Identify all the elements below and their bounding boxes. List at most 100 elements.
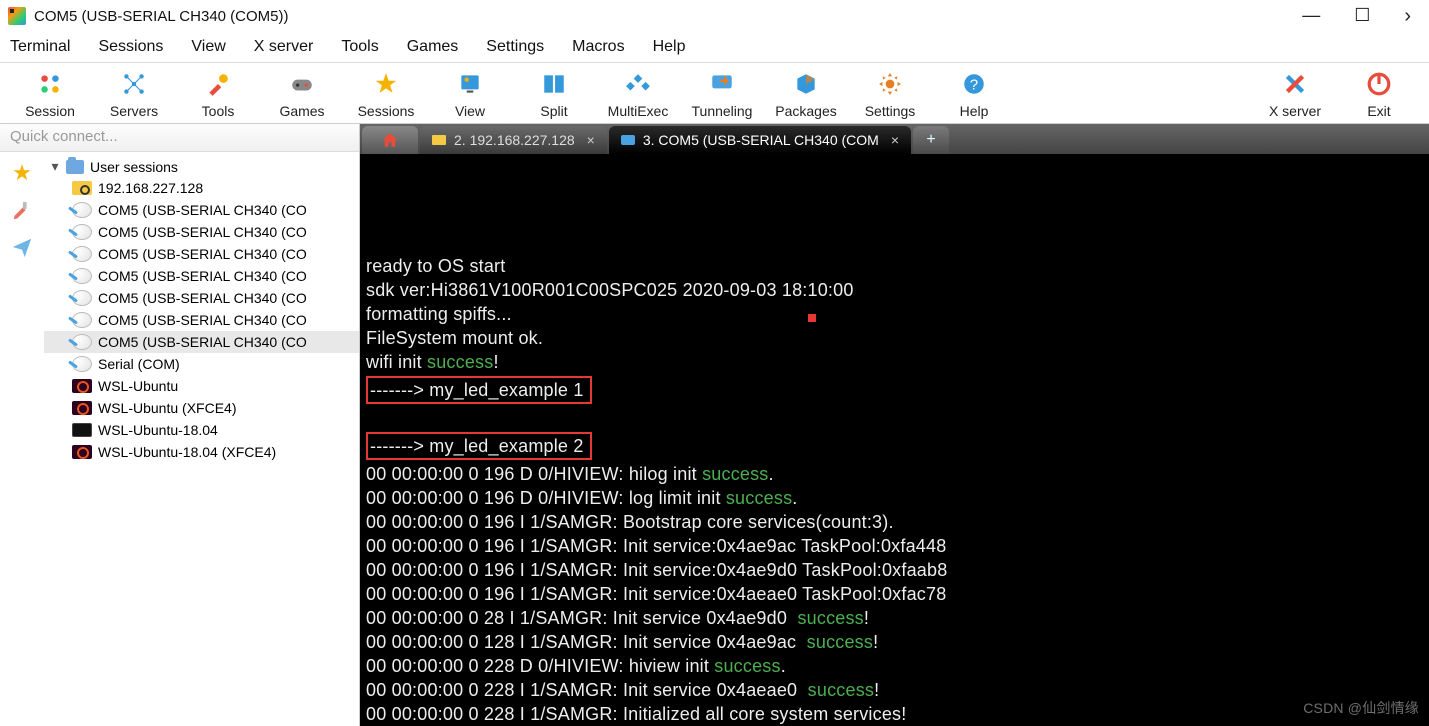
next-button[interactable]: › [1404,5,1411,28]
session-item[interactable]: COM5 (USB-SERIAL CH340 (CO [44,331,359,353]
maximize-button[interactable]: ☐ [1354,5,1370,28]
window-titlebar: COM5 (USB-SERIAL CH340 (COM5)) — ☐ › [0,0,1429,32]
sidebar-favorites-rail: ★ [0,152,44,726]
tool-icon[interactable] [11,200,33,222]
quick-connect-input[interactable]: Quick connect... [0,124,359,152]
plug-icon [72,290,92,306]
toolbar-tunneling-button[interactable]: Tunneling [680,69,764,119]
session-item[interactable]: COM5 (USB-SERIAL CH340 (CO [44,309,359,331]
sessions-pane: ★ ▾ User sessions 192.168.227.128 COM5 (U… [0,152,359,726]
session-label: COM5 (USB-SERIAL CH340 (CO [98,202,307,218]
toolbar-sessions-button[interactable]: Sessions [344,69,428,119]
session-item[interactable]: Serial (COM) [44,353,359,375]
sessions-tree[interactable]: ▾ User sessions 192.168.227.128 COM5 (USB… [44,152,359,726]
toolbar-session-button[interactable]: Session [8,69,92,119]
exit-icon [1365,69,1393,99]
ubuntu-icon [72,445,92,459]
star-icon[interactable]: ★ [12,160,32,186]
toolbar-exit-button[interactable]: Exit [1337,69,1421,119]
session-item[interactable]: COM5 (USB-SERIAL CH340 (CO [44,199,359,221]
toolbar-x-server-button[interactable]: X server [1253,69,1337,119]
toolbar-help-button[interactable]: ?Help [932,69,1016,119]
session-item[interactable]: WSL-Ubuntu (XFCE4) [44,397,359,419]
menu-terminal[interactable]: Terminal [8,36,72,58]
xserver-icon [1281,69,1309,99]
menu-view[interactable]: View [189,36,227,58]
terminal-output[interactable]: ready to OS start sdk ver:Hi3861V100R001… [360,154,1429,726]
toolbar-label: Tunneling [692,103,753,119]
toolbar-label: Session [25,103,75,119]
caret-marker-icon [808,314,816,322]
session-item[interactable]: COM5 (USB-SERIAL CH340 (CO [44,243,359,265]
toolbar-settings-button[interactable]: Settings [848,69,932,119]
session-label: WSL-Ubuntu [98,378,178,394]
app-icon [8,7,26,25]
session-item[interactable]: COM5 (USB-SERIAL CH340 (CO [44,221,359,243]
tab-home[interactable] [362,126,418,154]
session-icon [36,69,64,99]
menu-sessions[interactable]: Sessions [96,36,165,58]
settings-icon [876,69,904,99]
toolbar-label: Split [540,103,567,119]
tab-new-button[interactable]: + [913,126,949,154]
plug-icon [72,202,92,218]
ubuntu-icon [72,379,92,393]
window-controls: — ☐ › [1302,5,1421,28]
tab-session-2[interactable]: 2. 192.168.227.128 × [420,126,607,154]
svg-text:?: ? [970,76,978,93]
toolbar-tools-button[interactable]: Tools [176,69,260,119]
toolbar-packages-button[interactable]: Packages [764,69,848,119]
tunneling-icon [708,69,736,99]
star-icon [372,69,400,99]
menu-help[interactable]: Help [651,36,688,58]
toolbar-games-button[interactable]: Games [260,69,344,119]
folder-icon [66,160,84,174]
toolbar-servers-button[interactable]: Servers [92,69,176,119]
plug-icon [72,246,92,262]
tab-close-button[interactable]: × [587,132,595,148]
session-item[interactable]: COM5 (USB-SERIAL CH340 (CO [44,265,359,287]
toolbar-view-button[interactable]: View [428,69,512,119]
plug-icon [72,224,92,240]
session-label: WSL-Ubuntu-18.04 (XFCE4) [98,444,276,460]
session-label: COM5 (USB-SERIAL CH340 (CO [98,334,307,350]
collapse-icon[interactable]: ▾ [50,158,60,175]
send-icon[interactable] [11,236,33,258]
tab-label: 2. 192.168.227.128 [454,132,575,148]
toolbar-split-button[interactable]: Split [512,69,596,119]
plug-icon [72,268,92,284]
menu-x-server[interactable]: X server [252,36,316,58]
minimize-button[interactable]: — [1302,5,1320,28]
toolbar-label: Sessions [358,103,415,119]
view-icon [456,69,484,99]
session-item[interactable]: WSL-Ubuntu [44,375,359,397]
session-label: COM5 (USB-SERIAL CH340 (CO [98,312,307,328]
toolbar-label: View [455,103,485,119]
menu-settings[interactable]: Settings [484,36,546,58]
tab-session-3[interactable]: 3. COM5 (USB-SERIAL CH340 (COM × [609,126,911,154]
menu-macros[interactable]: Macros [570,36,626,58]
watermark-text: CSDN @仙剑情缘 [1303,696,1419,720]
toolbar-label: Exit [1367,103,1390,119]
session-item[interactable]: COM5 (USB-SERIAL CH340 (CO [44,287,359,309]
menu-tools[interactable]: Tools [339,36,380,58]
toolbar-multiexec-button[interactable]: MultiExec [596,69,680,119]
user-sessions-folder[interactable]: ▾ User sessions [44,156,359,177]
ubuntu-icon [72,401,92,415]
multiexec-icon [624,69,652,99]
session-item[interactable]: WSL-Ubuntu-18.04 [44,419,359,441]
terminal-text: ready to OS start sdk ver:Hi3861V100R001… [366,254,1423,726]
toolbar-label: MultiExec [608,103,669,119]
tab-close-button[interactable]: × [891,132,899,148]
session-label: COM5 (USB-SERIAL CH340 (CO [98,268,307,284]
plug-icon [72,334,92,350]
session-item[interactable]: WSL-Ubuntu-18.04 (XFCE4) [44,441,359,463]
menubar: Terminal Sessions View X server Tools Games Se… [0,32,1429,63]
menu-games[interactable]: Games [405,36,461,58]
session-label: 192.168.227.128 [98,180,203,196]
key-icon [72,181,92,195]
session-item[interactable]: 192.168.227.128 [44,177,359,199]
plug-icon [72,356,92,372]
session-label: Serial (COM) [98,356,180,372]
plus-icon: + [926,131,935,149]
